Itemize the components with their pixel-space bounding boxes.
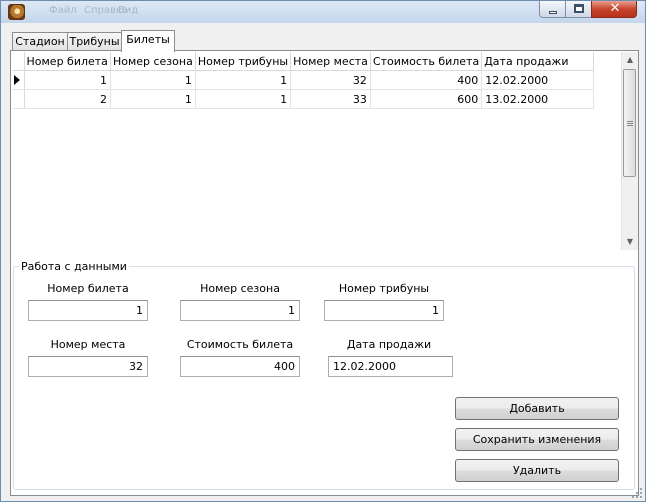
seat-no-field[interactable]: 32 xyxy=(28,356,148,377)
price-field[interactable]: 400 xyxy=(180,356,300,377)
minimize-button[interactable] xyxy=(539,1,566,18)
table-cell[interactable]: 1 xyxy=(24,70,111,90)
column-header[interactable]: Номер билета xyxy=(24,52,111,71)
tickets-grid[interactable]: Номер билета Номер сезона Номер трибуны … xyxy=(12,52,621,250)
minimize-icon xyxy=(549,11,557,14)
close-button[interactable]: ✕ xyxy=(591,1,637,18)
grid-corner xyxy=(12,52,25,71)
column-header[interactable]: Дата продажи xyxy=(481,52,595,71)
grid-vertical-scrollbar[interactable]: ▲ ▼ xyxy=(621,52,638,250)
maximize-icon xyxy=(574,4,584,13)
column-header[interactable]: Номер сезона xyxy=(110,52,196,71)
table-cell[interactable]: 1 xyxy=(195,89,292,109)
table-cell[interactable]: 2 xyxy=(24,89,111,109)
app-icon[interactable] xyxy=(8,4,25,20)
ghost-menu-item: Вид xyxy=(118,5,139,16)
ticket-no-field[interactable]: 1 xyxy=(28,300,148,321)
table-cell[interactable]: 600 xyxy=(370,89,483,109)
tab-stands[interactable]: Трибуны xyxy=(67,32,122,51)
grid-header-row: Номер билета Номер сезона Номер трибуны … xyxy=(12,52,595,71)
season-no-label: Номер сезона xyxy=(200,282,280,295)
tab-tickets[interactable]: Билеты xyxy=(121,30,175,52)
add-button[interactable]: Добавить xyxy=(455,397,619,420)
column-header[interactable]: Номер места xyxy=(290,52,371,71)
table-cell[interactable]: 1 xyxy=(195,70,292,90)
table-cell[interactable]: 1 xyxy=(110,89,196,109)
save-changes-button[interactable]: Сохранить изменения xyxy=(455,428,619,451)
title-bar[interactable]: Файл Справка Вид ✕ xyxy=(1,1,645,23)
seat-no-label: Номер места xyxy=(50,338,126,351)
ghost-menu-item: Файл xyxy=(49,5,77,16)
groupbox-title: Работа с данными xyxy=(19,260,129,273)
sale-date-label: Дата продажи xyxy=(346,338,432,351)
tab-stadium[interactable]: Стадион xyxy=(12,32,68,51)
table-cell[interactable]: 400 xyxy=(370,70,483,90)
tickets-table: Номер билета Номер сезона Номер трибуны … xyxy=(12,52,595,109)
tickets-tab-panel: Номер билета Номер сезона Номер трибуны … xyxy=(10,50,639,496)
column-header[interactable]: Стоимость билета xyxy=(370,52,483,71)
table-row[interactable]: 2 1 1 33 600 13.02.2000 xyxy=(12,89,595,109)
resize-grip-icon[interactable] xyxy=(632,488,642,498)
delete-button[interactable]: Удалить xyxy=(455,459,619,482)
scroll-down-icon[interactable]: ▼ xyxy=(622,234,638,250)
table-cell[interactable]: 13.02.2000 xyxy=(481,89,595,109)
table-cell[interactable]: 33 xyxy=(290,89,371,109)
row-indicator[interactable] xyxy=(12,89,25,109)
sale-date-field[interactable]: 12.02.2000 xyxy=(328,356,453,377)
grip-line xyxy=(627,125,633,126)
close-icon: ✕ xyxy=(609,1,621,16)
stand-no-field[interactable]: 1 xyxy=(324,300,444,321)
table-cell[interactable]: 12.02.2000 xyxy=(481,70,595,90)
scrollbar-thumb[interactable] xyxy=(623,69,636,177)
current-row-arrow-icon xyxy=(14,75,20,85)
maximize-button[interactable] xyxy=(565,1,592,18)
scroll-up-icon[interactable]: ▲ xyxy=(622,52,638,68)
table-row[interactable]: 1 1 1 32 400 12.02.2000 xyxy=(12,70,595,90)
grip-line xyxy=(627,123,633,124)
table-cell[interactable]: 32 xyxy=(290,70,371,90)
column-header[interactable]: Номер трибуны xyxy=(195,52,292,71)
stand-no-label: Номер трибуны xyxy=(338,282,430,295)
ticket-no-label: Номер билета xyxy=(47,282,129,295)
price-label: Стоимость билета xyxy=(186,338,294,351)
row-indicator[interactable] xyxy=(12,70,25,90)
table-cell[interactable]: 1 xyxy=(110,70,196,90)
grip-line xyxy=(627,121,633,122)
data-groupbox: Работа с данными Номер билета 1 Номер се… xyxy=(13,260,635,490)
season-no-field[interactable]: 1 xyxy=(180,300,300,321)
app-window: Файл Справка Вид ✕ Стадион Трибуны Билет… xyxy=(0,0,646,502)
